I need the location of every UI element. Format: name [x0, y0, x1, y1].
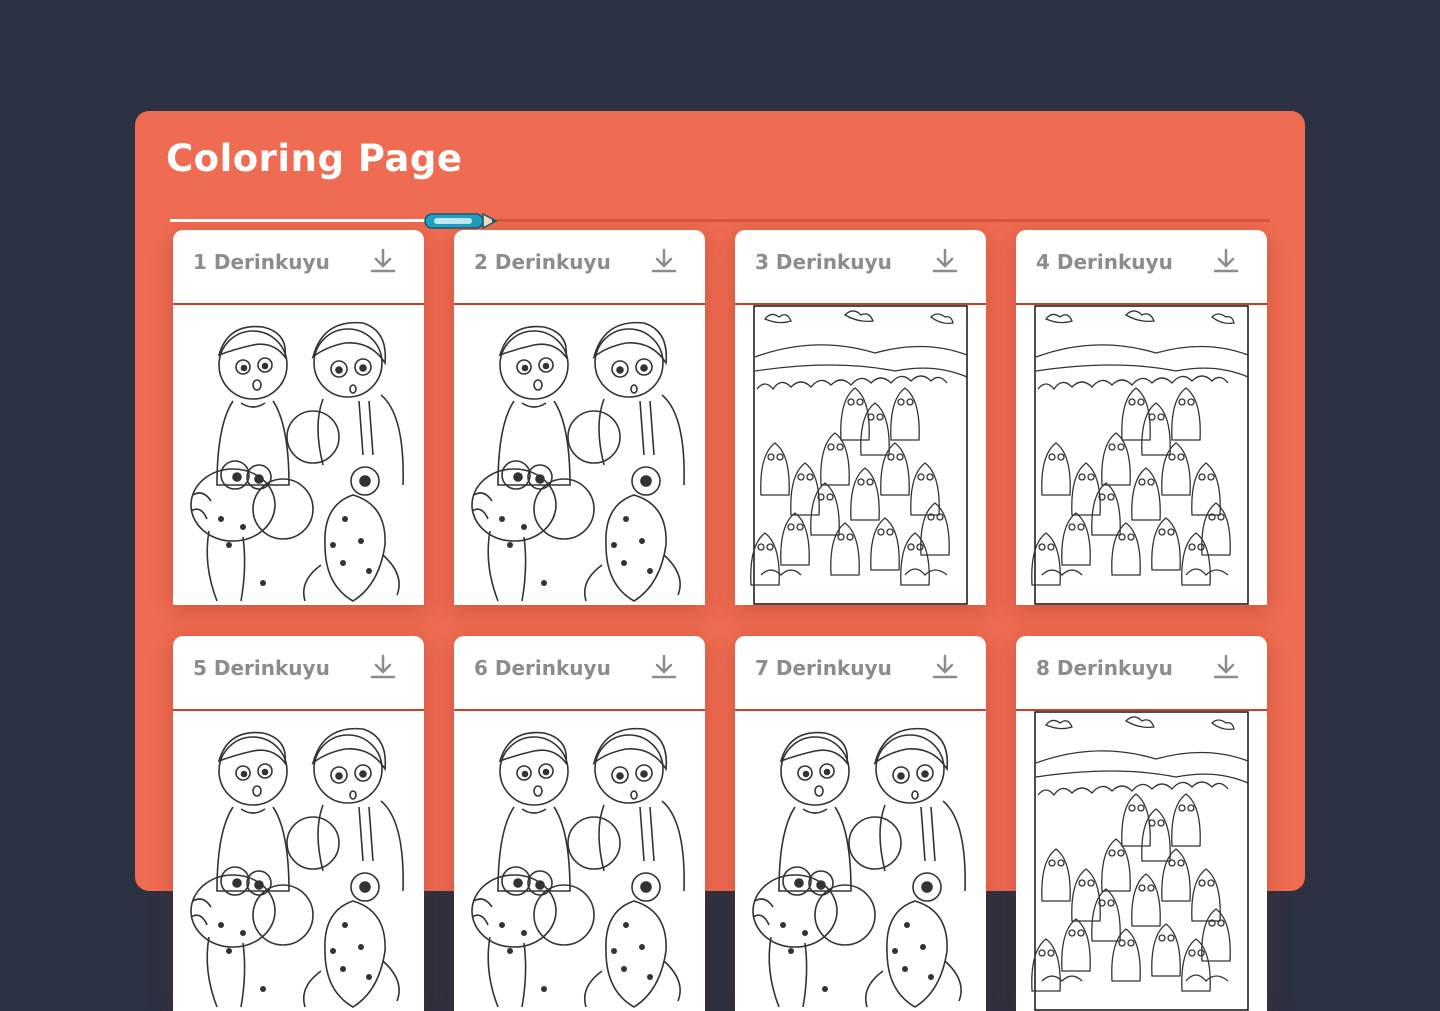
- card-title: 3 Derinkuyu: [755, 250, 892, 274]
- kids-line-art: [752, 727, 966, 1008]
- crowd-line-art: [1031, 711, 1249, 1011]
- coloring-image[interactable]: [173, 305, 424, 605]
- card-title: 4 Derinkuyu: [1036, 250, 1173, 274]
- card-header: 8 Derinkuyu: [1016, 636, 1267, 711]
- card-header: 3 Derinkuyu: [735, 230, 986, 305]
- gallery-card-3[interactable]: 3 Derinkuyu: [735, 230, 986, 605]
- coloring-image[interactable]: [454, 711, 705, 1011]
- gallery-card-4[interactable]: 4 Derinkuyu: [1016, 230, 1267, 605]
- card-header: 2 Derinkuyu: [454, 230, 705, 305]
- coloring-image[interactable]: [454, 305, 705, 605]
- download-icon[interactable]: [932, 653, 958, 681]
- card-title: 7 Derinkuyu: [755, 656, 892, 680]
- title-divider: [170, 219, 1270, 222]
- download-icon[interactable]: [370, 653, 396, 681]
- download-icon[interactable]: [370, 247, 396, 275]
- crowd-line-art: [1031, 305, 1249, 605]
- download-icon[interactable]: [932, 247, 958, 275]
- coloring-panel: Coloring Page 1 Derinkuyu 2 Derinkuyu 3 …: [135, 111, 1305, 1011]
- gallery-card-5[interactable]: 5 Derinkuyu: [173, 636, 424, 1011]
- download-icon[interactable]: [1213, 653, 1239, 681]
- card-title: 5 Derinkuyu: [193, 656, 330, 680]
- coloring-image[interactable]: [173, 711, 424, 1011]
- coloring-image[interactable]: [735, 711, 986, 1011]
- kids-line-art: [190, 321, 404, 602]
- gallery-card-2[interactable]: 2 Derinkuyu: [454, 230, 705, 605]
- card-header: 5 Derinkuyu: [173, 636, 424, 711]
- coloring-image[interactable]: [1016, 305, 1267, 605]
- kids-line-art: [471, 321, 685, 602]
- crowd-line-art: [750, 305, 968, 605]
- kids-line-art: [471, 727, 685, 1008]
- card-title: 6 Derinkuyu: [474, 656, 611, 680]
- kids-line-art: [190, 727, 404, 1008]
- pencil-icon: [424, 212, 498, 230]
- page-title: Coloring Page: [166, 137, 463, 180]
- divider-progress: [170, 219, 435, 222]
- gallery-card-7[interactable]: 7 Derinkuyu: [735, 636, 986, 1011]
- download-icon[interactable]: [651, 653, 677, 681]
- card-header: 1 Derinkuyu: [173, 230, 424, 305]
- card-header: 6 Derinkuyu: [454, 636, 705, 711]
- card-title: 8 Derinkuyu: [1036, 656, 1173, 680]
- download-icon[interactable]: [651, 247, 677, 275]
- card-title: 2 Derinkuyu: [474, 250, 611, 274]
- gallery-card-1[interactable]: 1 Derinkuyu: [173, 230, 424, 605]
- gallery-card-8[interactable]: 8 Derinkuyu: [1016, 636, 1267, 1011]
- coloring-image[interactable]: [735, 305, 986, 605]
- download-icon[interactable]: [1213, 247, 1239, 275]
- card-title: 1 Derinkuyu: [193, 250, 330, 274]
- gallery-card-6[interactable]: 6 Derinkuyu: [454, 636, 705, 1011]
- coloring-image[interactable]: [1016, 711, 1267, 1011]
- card-header: 4 Derinkuyu: [1016, 230, 1267, 305]
- card-header: 7 Derinkuyu: [735, 636, 986, 711]
